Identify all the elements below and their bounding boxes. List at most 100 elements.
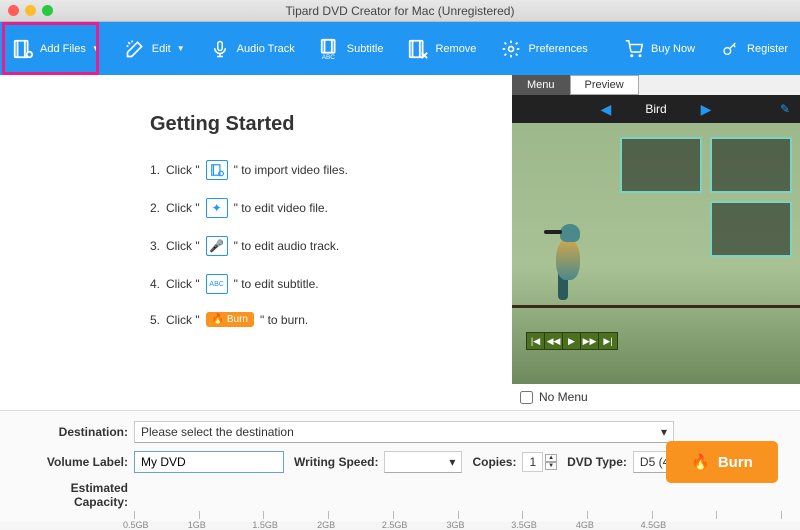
writing-speed-label: Writing Speed:	[294, 455, 378, 469]
remove-button[interactable]: Remove	[395, 22, 488, 75]
step-number: 2.	[150, 201, 160, 215]
prev-template-icon[interactable]: ◀	[601, 101, 612, 118]
no-menu-label: No Menu	[539, 390, 588, 404]
step-text: " to edit audio track.	[234, 239, 340, 253]
step-text: Click "	[166, 239, 200, 253]
next-template-icon[interactable]: ▶	[701, 101, 712, 118]
step-number: 3.	[150, 239, 160, 253]
burn-label: Burn	[718, 454, 753, 471]
cart-icon	[623, 38, 645, 60]
main-area: Getting Started 1. Click " " to import v…	[0, 75, 800, 410]
capacity-bar: 0.5GB 1GB 1.5GB 2GB 2.5GB 3GB 3.5GB 4GB …	[134, 511, 782, 519]
wand-icon: ✦	[206, 198, 228, 218]
step-number: 1.	[150, 163, 160, 177]
window-title: Tipard DVD Creator for Mac (Unregistered…	[0, 4, 800, 18]
audio-track-label: Audio Track	[237, 43, 295, 55]
buy-now-button[interactable]: Buy Now	[611, 22, 707, 75]
volume-label-input[interactable]	[134, 451, 284, 473]
writing-speed-select[interactable]: ▾	[384, 451, 462, 473]
getting-started-title: Getting Started	[150, 113, 482, 136]
toolbar: Add Files ▼ Edit ▼ Audio Track ABC Subti…	[0, 22, 800, 75]
subtitle-label: Subtitle	[347, 43, 384, 55]
destination-label: Destination:	[18, 425, 128, 439]
bird-graphic	[542, 224, 592, 304]
step-5: 5. Click " 🔥 Burn " to burn.	[150, 312, 482, 327]
gear-icon	[500, 38, 522, 60]
dropdown-caret-icon: ▼	[177, 44, 185, 53]
register-label: Register	[747, 43, 788, 55]
subtitle-button[interactable]: ABC Subtitle	[307, 22, 396, 75]
volume-label-label: Volume Label:	[18, 455, 128, 469]
capacity-label: Estimated Capacity:	[18, 481, 128, 509]
key-icon	[719, 38, 741, 60]
menu-thumbnail[interactable]	[710, 137, 792, 193]
chevron-down-icon: ▾	[449, 455, 455, 469]
chevron-up-icon[interactable]: ▲	[545, 454, 557, 462]
step-text: " to burn.	[260, 313, 308, 327]
step-1: 1. Click " " to import video files.	[150, 160, 482, 180]
rewind-icon[interactable]: ◀◀	[545, 333, 563, 349]
skip-forward-icon[interactable]: ▶|	[599, 333, 617, 349]
add-files-label: Add Files	[40, 43, 86, 55]
skip-back-icon[interactable]: |◀	[527, 333, 545, 349]
buy-now-label: Buy Now	[651, 43, 695, 55]
microphone-icon	[209, 38, 231, 60]
film-abc-icon: ABC	[319, 38, 341, 60]
flame-icon: 🔥	[691, 453, 710, 471]
destination-select[interactable]: Please select the destination ▾	[134, 421, 674, 443]
menu-template-header: ◀ Bird ▶ ✎	[512, 95, 800, 123]
microphone-icon: 🎤	[206, 236, 228, 256]
chevron-down-icon[interactable]: ▼	[545, 462, 557, 470]
playback-controls: |◀ ◀◀ ▶ ▶▶ ▶|	[526, 332, 618, 350]
no-menu-row: No Menu	[512, 384, 800, 410]
menu-thumbnail[interactable]	[620, 137, 702, 193]
copies-label: Copies:	[472, 455, 516, 469]
film-plus-icon	[12, 38, 34, 60]
step-text: Click "	[166, 277, 200, 291]
step-4: 4. Click " ABC " to edit subtitle.	[150, 274, 482, 294]
preferences-label: Preferences	[528, 43, 587, 55]
film-plus-icon	[206, 160, 228, 180]
step-text: " to edit subtitle.	[234, 277, 319, 291]
bottom-panel: Destination: Please select the destinati…	[0, 410, 800, 522]
play-icon[interactable]: ▶	[563, 333, 581, 349]
step-text: Click "	[166, 201, 200, 215]
film-abc-icon: ABC	[206, 274, 228, 294]
copies-stepper[interactable]: ▲▼	[545, 454, 557, 470]
step-text: Click "	[166, 163, 200, 177]
copies-value: 1	[522, 452, 543, 472]
getting-started-panel: Getting Started 1. Click " " to import v…	[0, 75, 512, 410]
burn-mini-icon: 🔥 Burn	[206, 312, 254, 327]
template-name: Bird	[645, 102, 666, 116]
titlebar: Tipard DVD Creator for Mac (Unregistered…	[0, 0, 800, 22]
preferences-button[interactable]: Preferences	[488, 22, 599, 75]
step-text: Click "	[166, 313, 200, 327]
edit-template-icon[interactable]: ✎	[780, 102, 790, 116]
menu-preview-panel: Menu Preview ◀ Bird ▶ ✎ |◀ ◀◀ ▶ ▶▶	[512, 75, 800, 410]
step-number: 4.	[150, 277, 160, 291]
register-button[interactable]: Register	[707, 22, 800, 75]
add-files-button[interactable]: Add Files ▼	[0, 22, 112, 75]
edit-button[interactable]: Edit ▼	[112, 22, 197, 75]
wand-icon	[124, 38, 146, 60]
remove-label: Remove	[435, 43, 476, 55]
step-number: 5.	[150, 313, 160, 327]
tab-preview[interactable]: Preview	[570, 75, 639, 95]
menu-thumbnail[interactable]	[710, 201, 792, 257]
svg-text:ABC: ABC	[322, 54, 336, 60]
no-menu-checkbox[interactable]	[520, 391, 533, 404]
tab-menu[interactable]: Menu	[512, 75, 570, 95]
menu-thumbnails	[620, 137, 792, 257]
preview-tabs: Menu Preview	[512, 75, 800, 95]
dvd-type-label: DVD Type:	[567, 455, 627, 469]
menu-preview-canvas: |◀ ◀◀ ▶ ▶▶ ▶|	[512, 123, 800, 384]
chevron-down-icon: ▾	[661, 425, 667, 439]
destination-value: Please select the destination	[141, 425, 294, 439]
forward-icon[interactable]: ▶▶	[581, 333, 599, 349]
edit-label: Edit	[152, 43, 171, 55]
step-2: 2. Click " ✦ " to edit video file.	[150, 198, 482, 218]
audio-track-button[interactable]: Audio Track	[197, 22, 307, 75]
dropdown-caret-icon: ▼	[92, 44, 100, 53]
step-3: 3. Click " 🎤 " to edit audio track.	[150, 236, 482, 256]
burn-button[interactable]: 🔥 Burn	[666, 441, 778, 483]
